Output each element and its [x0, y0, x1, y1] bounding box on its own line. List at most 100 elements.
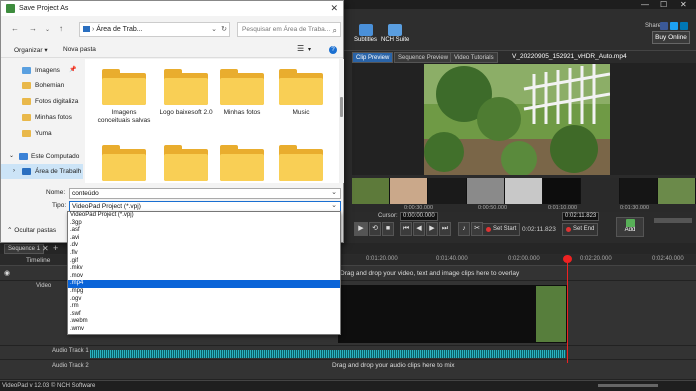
new-folder-button[interactable]: Nova pasta: [63, 46, 96, 53]
speaker-icon[interactable]: ♪: [458, 222, 470, 236]
playhead[interactable]: [567, 255, 568, 363]
file-type-option-selected[interactable]: .mp4: [68, 280, 340, 288]
folder-item[interactable]: [159, 145, 213, 183]
nav-item-imagens[interactable]: Imagens 📌: [1, 63, 83, 78]
view-dropdown-icon[interactable]: ▾: [308, 46, 311, 53]
buy-online-button[interactable]: Buy Online: [652, 31, 690, 44]
clip-time-ruler[interactable]: 0:00:30.000 0:00:50.000 0:01:10.000 0:01…: [352, 204, 696, 212]
folder-icon: [220, 145, 264, 181]
nav-item-area-de-trabalho[interactable]: › Área de Trabalh: [1, 164, 83, 179]
video-clip[interactable]: [338, 285, 568, 343]
back-arrow-icon[interactable]: ←: [11, 24, 19, 33]
chevron-down-icon[interactable]: ⌄: [331, 188, 337, 197]
expand-chevron-icon[interactable]: ›: [13, 164, 15, 179]
file-name-field[interactable]: conteúdo ⌄: [69, 188, 341, 199]
view-options-icon[interactable]: ☰: [297, 44, 304, 53]
end-time[interactable]: 0:02:11.823: [562, 212, 600, 221]
file-type-option[interactable]: .asf: [68, 227, 340, 235]
zoom-slider[interactable]: [598, 384, 658, 387]
file-type-option[interactable]: .webm: [68, 318, 340, 326]
file-type-option[interactable]: .rm: [68, 303, 340, 311]
step-back-button[interactable]: ◀: [413, 222, 425, 236]
computer-icon: [19, 153, 28, 160]
file-list: Imagens conceituais salvas Logo baixesof…: [85, 59, 339, 183]
chevron-down-icon[interactable]: ⌄: [45, 26, 50, 33]
status-text: VideoPad v 12.03 © NCH Software: [2, 383, 96, 389]
skip-end-button[interactable]: ⏭: [439, 222, 451, 236]
add-sequence-icon[interactable]: +: [53, 243, 58, 253]
nav-item-minhas-fotos[interactable]: Minhas fotos: [1, 110, 83, 125]
forward-arrow-icon[interactable]: →: [29, 24, 37, 33]
cursor-time[interactable]: 0:00:00.000: [400, 212, 438, 221]
folder-item[interactable]: [274, 145, 328, 183]
close-icon[interactable]: ✕: [330, 3, 338, 14]
play-button[interactable]: ▶: [354, 222, 368, 236]
help-icon[interactable]: ?: [329, 46, 337, 54]
file-type-option[interactable]: .flv: [68, 250, 340, 258]
folder-item[interactable]: [215, 145, 269, 183]
transport-controls: ▶ ⟲ ■ ⏮ ◀ ▶ ⏭ ♪ ✂ Set Start 0:02:11.823 …: [352, 222, 696, 238]
file-type-option[interactable]: .avi: [68, 235, 340, 243]
playhead-handle[interactable]: [563, 255, 572, 263]
subtitles-button[interactable]: Subtitles: [354, 24, 377, 43]
file-type-option[interactable]: .swf: [68, 311, 340, 319]
folder-item[interactable]: Minhas fotos: [215, 69, 269, 117]
loop-button[interactable]: ⟲: [369, 222, 381, 236]
set-end-button[interactable]: Set End: [562, 223, 599, 236]
address-bar[interactable]: › Área de Trab... ⌄ ↻: [79, 22, 230, 37]
audio-track-1-label: Audio Track 1: [52, 348, 89, 354]
nav-item-yuma[interactable]: Yuma: [1, 126, 83, 141]
nav-item-este-computador[interactable]: ⌄ Este Computado: [1, 149, 83, 164]
file-type-option[interactable]: .dv: [68, 242, 340, 250]
eye-icon[interactable]: ◉: [4, 269, 10, 277]
linkedin-icon[interactable]: [680, 22, 688, 30]
filmstrip[interactable]: [352, 178, 696, 206]
file-list-scrollbar[interactable]: [339, 59, 344, 183]
file-type-option[interactable]: .wmv: [68, 326, 340, 334]
folder-item[interactable]: Logo baixesoft 2.0: [159, 69, 213, 117]
tab-sequence-preview[interactable]: Sequence Preview: [394, 52, 453, 63]
file-type-option[interactable]: .ogv: [68, 296, 340, 304]
folder-item[interactable]: Imagens conceituais salvas: [97, 69, 151, 125]
facebook-icon[interactable]: [660, 22, 668, 30]
nav-item-fotos-digitalizadas[interactable]: Fotos digitaliza: [1, 94, 83, 109]
tab-sequence-1[interactable]: Sequence 1: [4, 244, 45, 254]
tab-clip-preview[interactable]: Clip Preview: [352, 52, 394, 63]
ruler-tick-label: 0:00:50.000: [478, 205, 508, 211]
up-arrow-icon[interactable]: ↑: [59, 24, 63, 33]
minimize-icon[interactable]: —: [641, 1, 649, 9]
expand-chevron-icon[interactable]: ⌄: [9, 149, 14, 164]
refresh-icon[interactable]: ↻: [221, 23, 227, 36]
file-type-option[interactable]: .mpg: [68, 288, 340, 296]
file-type-option[interactable]: .mov: [68, 273, 340, 281]
audio-waveform[interactable]: [90, 350, 566, 358]
dialog-command-bar: Organizar ▾ Nova pasta ☰ ▾ ?: [1, 42, 343, 58]
file-type-option[interactable]: .gif: [68, 258, 340, 266]
nav-item-bohemian[interactable]: Bohemian: [1, 78, 83, 93]
close-sequence-icon[interactable]: ✕: [42, 244, 49, 253]
set-start-button[interactable]: Set Start: [482, 223, 521, 236]
nch-suite-button[interactable]: NCH Suite: [381, 24, 409, 43]
hide-folders-toggle[interactable]: ⌃ Ocultar pastas: [7, 226, 56, 234]
twitter-icon[interactable]: [670, 22, 678, 30]
close-icon[interactable]: ✕: [680, 1, 687, 9]
file-type-option[interactable]: .mkv: [68, 265, 340, 273]
address-dropdown-icon[interactable]: ⌄: [211, 23, 217, 36]
step-forward-button[interactable]: ▶: [426, 222, 438, 236]
volume-slider[interactable]: [654, 218, 692, 223]
add-icon: [626, 219, 635, 227]
organize-button[interactable]: Organizar ▾: [14, 46, 48, 54]
tab-video-tutorials[interactable]: Video Tutorials: [450, 52, 498, 63]
filmstrip-frame: [543, 178, 581, 206]
folder-item[interactable]: Music: [274, 69, 328, 117]
search-input[interactable]: Pesquisar em Área de Traba... ⌕: [237, 22, 341, 37]
file-type-option[interactable]: .3gp: [68, 220, 340, 228]
file-type-option[interactable]: VideoPad Project (*.vpj): [68, 212, 340, 220]
stop-button[interactable]: ■: [382, 222, 394, 236]
scrollbar-thumb[interactable]: [340, 97, 343, 117]
folder-item[interactable]: [97, 145, 151, 183]
add-button[interactable]: Add: [616, 217, 644, 237]
timeline-tick-label: 0:02:40.000: [652, 256, 684, 262]
maximize-icon[interactable]: ☐: [660, 1, 667, 9]
skip-start-button[interactable]: ⏮: [400, 222, 412, 236]
